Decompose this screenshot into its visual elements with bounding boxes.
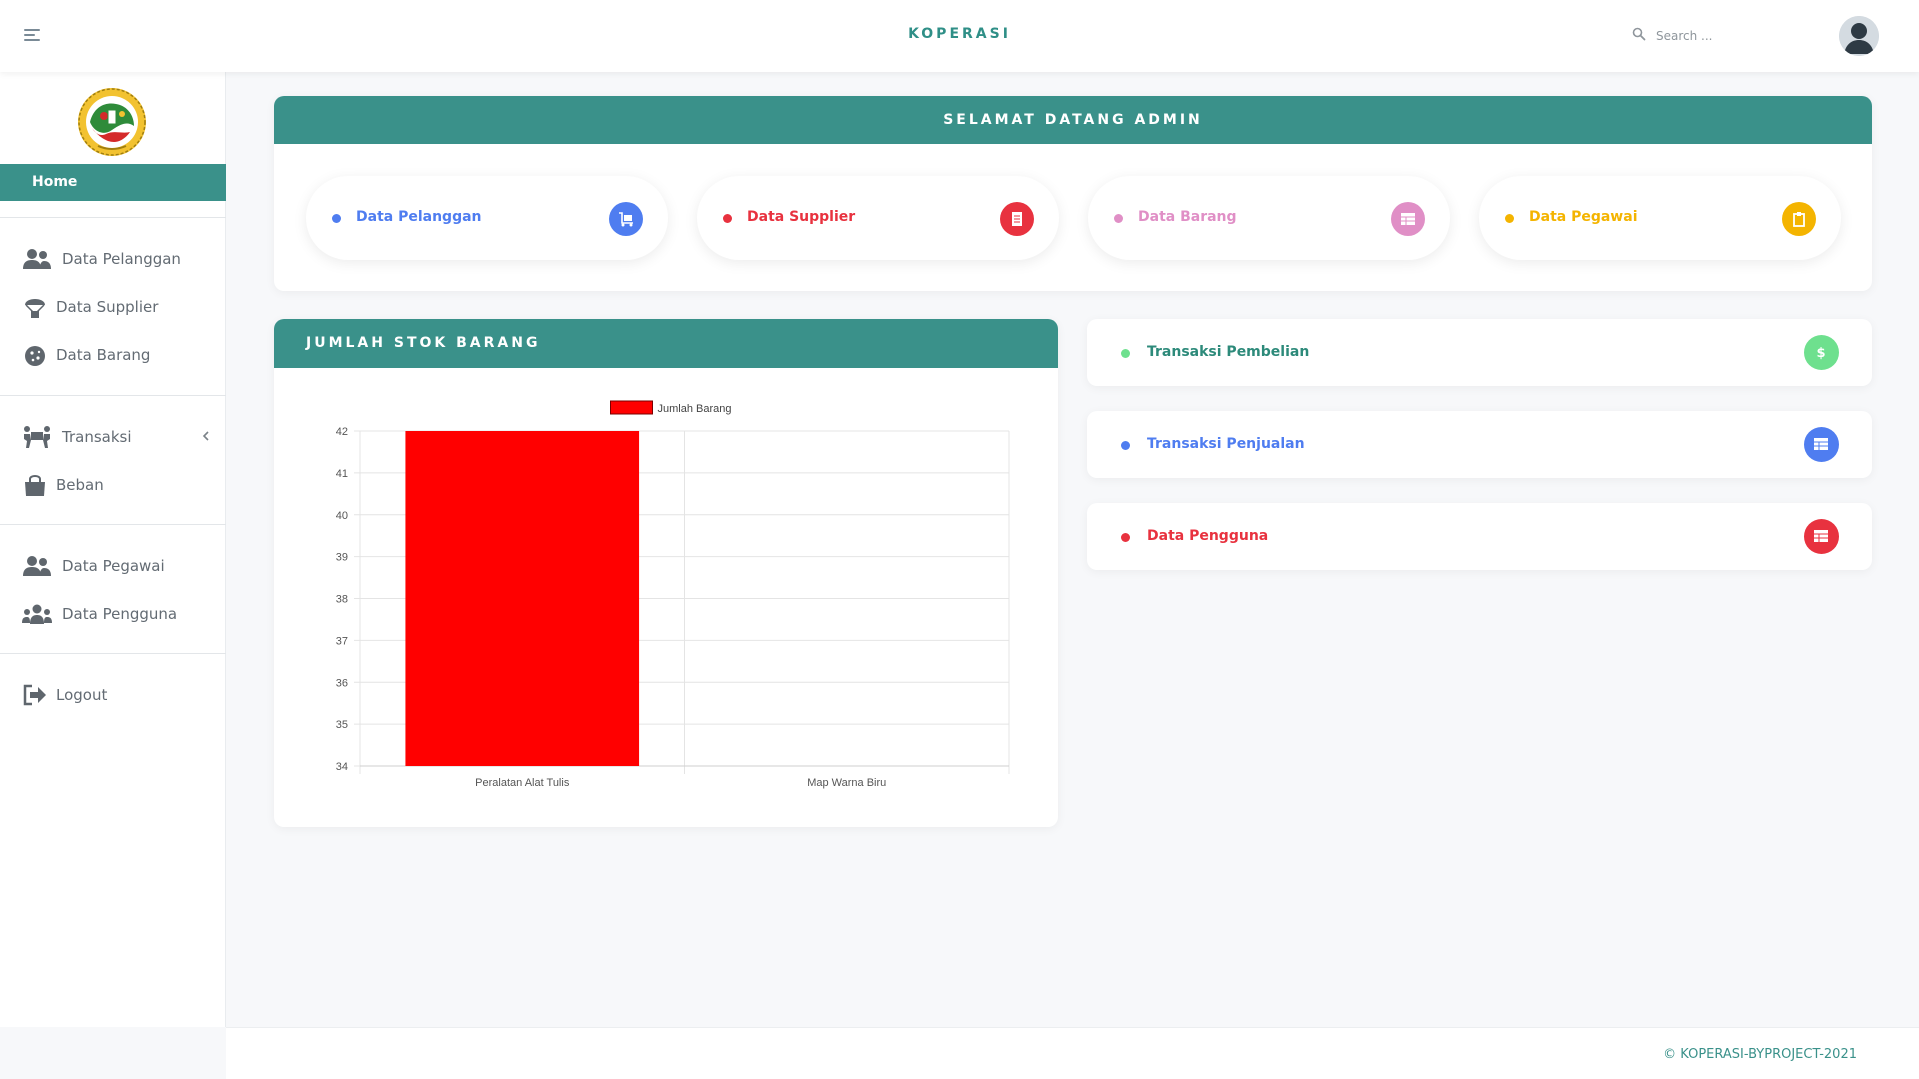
- chart-card-title: JUMLAH STOK BARANG: [274, 319, 1058, 368]
- sidebar-item-home[interactable]: Home: [0, 164, 226, 201]
- sidebar-item-data-pelanggan[interactable]: Data Pelanggan: [0, 241, 226, 277]
- sidebar-item-label: Data Pegawai: [62, 557, 165, 575]
- y-tick-label: 38: [336, 594, 348, 606]
- y-tick-label: 41: [336, 468, 348, 480]
- people-carry-icon: [24, 426, 50, 448]
- sidebar-item-data-pegawai[interactable]: Data Pegawai: [0, 548, 226, 584]
- x-tick-label: Peralatan Alat Tulis: [475, 777, 570, 789]
- x-tick-label: Map Warna Biru: [807, 777, 886, 789]
- welcome-title: SELAMAT DATANG ADMIN: [274, 96, 1872, 144]
- card-transaksi-penjualan[interactable]: Transaksi Penjualan: [1087, 411, 1872, 478]
- sidebar-item-data-pengguna[interactable]: Data Pengguna: [0, 596, 226, 632]
- cookie-icon: [25, 346, 45, 366]
- shortcut-label: Data Barang: [1138, 209, 1237, 225]
- sidebar-divider: [0, 217, 226, 218]
- y-tick-label: 42: [336, 426, 348, 438]
- y-tick-label: 39: [336, 552, 348, 564]
- sidebar-divider: [0, 395, 226, 396]
- y-tick-label: 34: [336, 761, 348, 773]
- bar: [405, 431, 640, 766]
- status-dot: [1121, 533, 1130, 542]
- sidebar-item-data-barang[interactable]: Data Barang: [0, 337, 226, 373]
- card-label: Transaksi Penjualan: [1147, 436, 1305, 452]
- sidebar: Home Data Pelanggan Data Supplier Data B…: [0, 72, 226, 1027]
- status-dot: [723, 214, 732, 223]
- y-tick-label: 36: [336, 677, 348, 689]
- copyright-text: © KOPERASI-BYPROJECT-2021: [1663, 1047, 1857, 1062]
- sidebar-divider: [0, 524, 226, 525]
- receipt-icon: [1000, 202, 1034, 236]
- y-tick-label: 35: [336, 719, 348, 731]
- sidebar-item-label: Data Supplier: [56, 298, 159, 316]
- shortcut-data-pegawai[interactable]: Data Pegawai: [1479, 176, 1841, 260]
- search-icon: [1632, 27, 1646, 41]
- sign-out-icon: [23, 684, 46, 706]
- sidebar-divider: [0, 653, 226, 654]
- koperasi-logo: [76, 86, 148, 158]
- sidebar-item-label: Home: [32, 174, 78, 190]
- footer: © KOPERASI-BYPROJECT-2021: [226, 1027, 1919, 1079]
- sidebar-item-label: Logout: [56, 686, 108, 704]
- user-friends-icon: [23, 556, 51, 576]
- users-icon: [23, 249, 51, 269]
- legend-swatch: [610, 400, 653, 415]
- shortcut-label: Data Pelanggan: [356, 209, 482, 225]
- hamburger-icon[interactable]: [24, 29, 40, 43]
- sidebar-item-logout[interactable]: Logout: [0, 677, 226, 713]
- user-avatar[interactable]: [1839, 16, 1879, 56]
- clipboard-icon: [1782, 202, 1816, 236]
- sidebar-item-beban[interactable]: Beban: [0, 467, 226, 503]
- search-input[interactable]: [1656, 24, 1786, 48]
- status-dot: [1121, 349, 1130, 358]
- sidebar-item-label: Beban: [56, 476, 104, 494]
- status-dot: [1121, 441, 1130, 450]
- users-group-icon: [22, 604, 52, 624]
- sidebar-item-label: Data Pengguna: [62, 605, 178, 623]
- sidebar-item-label: Data Pelanggan: [62, 250, 181, 268]
- card-label: Data Pengguna: [1147, 528, 1269, 544]
- search-box[interactable]: [1632, 24, 1792, 48]
- sidebar-item-label: Data Barang: [56, 346, 151, 364]
- top-bar: KOPERASI: [0, 0, 1919, 72]
- table-icon: [1804, 427, 1839, 462]
- y-tick-label: 37: [336, 635, 348, 647]
- legend-label: Jumlah Barang: [658, 403, 732, 415]
- card-label: Transaksi Pembelian: [1147, 344, 1310, 360]
- sidebar-item-transaksi[interactable]: Transaksi: [0, 419, 226, 455]
- sidebar-item-label: Transaksi: [62, 428, 132, 446]
- card-data-pengguna[interactable]: Data Pengguna: [1087, 503, 1872, 570]
- sidebar-item-data-supplier[interactable]: Data Supplier: [0, 289, 226, 325]
- welcome-card: SELAMAT DATANG ADMIN Data Pelanggan Data…: [274, 96, 1872, 291]
- status-dot: [1114, 214, 1123, 223]
- chevron-left-icon: [202, 431, 209, 441]
- stock-chart-card: JUMLAH STOK BARANG 34 35 36 37 38 39 40 41 42 Per…: [274, 319, 1058, 827]
- parachute-box-icon: [25, 299, 45, 318]
- shortcut-data-barang[interactable]: Data Barang: [1088, 176, 1450, 260]
- dolly-icon: [609, 202, 643, 236]
- table-icon: [1804, 519, 1839, 554]
- table-icon: [1391, 202, 1425, 236]
- stock-bar-chart: 34 35 36 37 38 39 40 41 42 Peralatan Alat Tulis Ma…: [336, 400, 1010, 789]
- dollar-icon: $: [1804, 335, 1839, 370]
- shopping-bag-icon: [25, 475, 45, 496]
- shortcut-data-pelanggan[interactable]: Data Pelanggan: [306, 176, 668, 260]
- shortcut-label: Data Pegawai: [1529, 209, 1638, 225]
- shortcut-label: Data Supplier: [747, 209, 856, 225]
- y-tick-label: 40: [336, 510, 348, 522]
- card-transaksi-pembelian[interactable]: Transaksi Pembelian $: [1087, 319, 1872, 386]
- status-dot: [332, 214, 341, 223]
- shortcut-data-supplier[interactable]: Data Supplier: [697, 176, 1059, 260]
- svg-text:$: $: [1816, 346, 1825, 360]
- status-dot: [1505, 214, 1514, 223]
